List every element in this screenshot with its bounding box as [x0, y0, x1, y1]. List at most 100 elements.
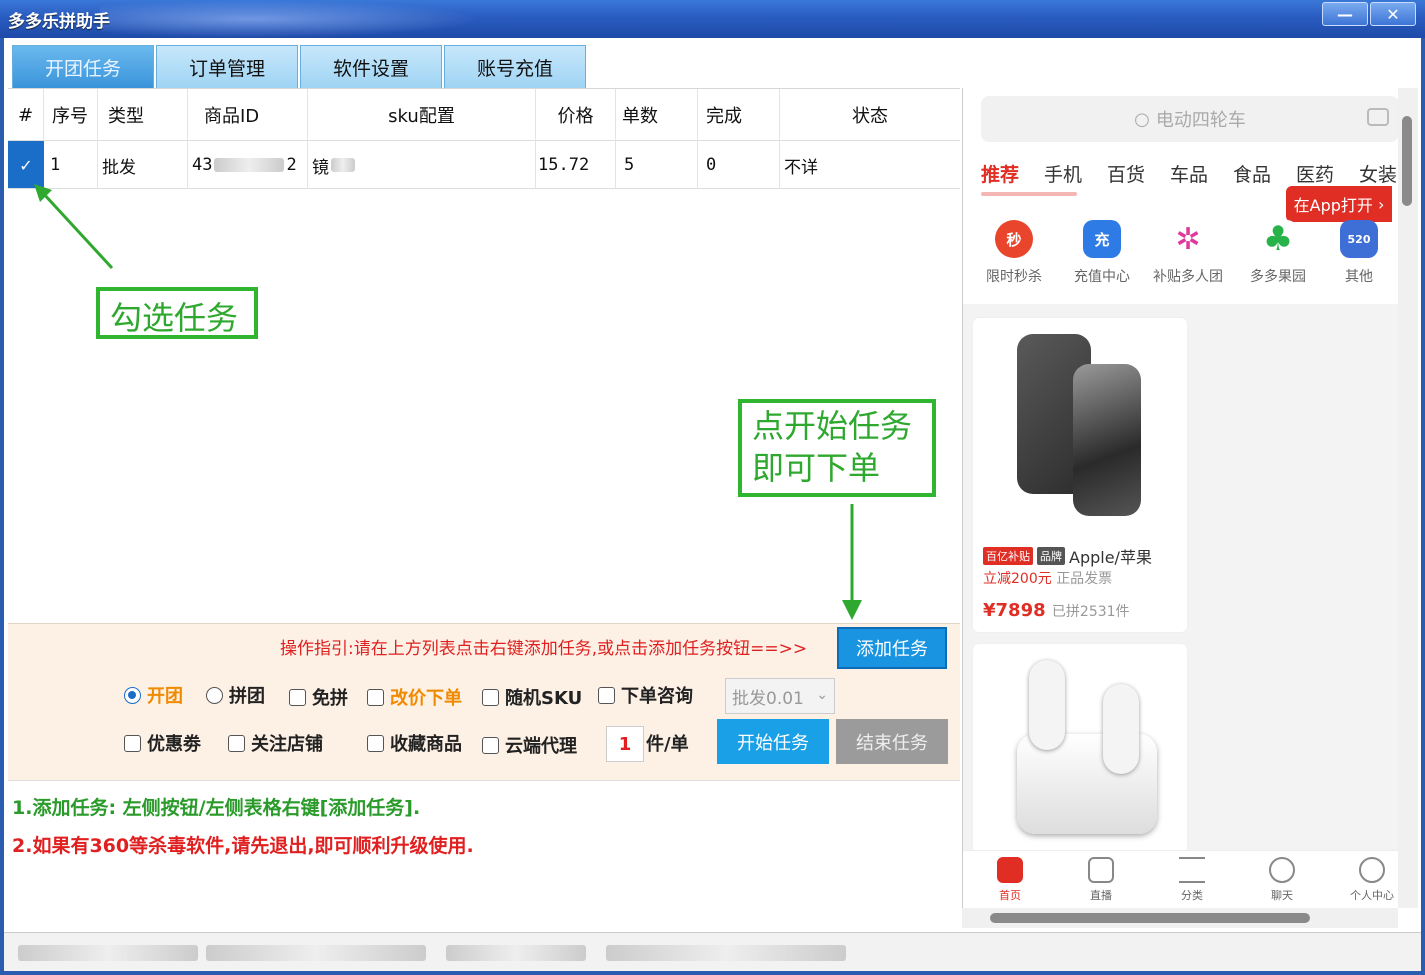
col-header-count: 单数	[616, 89, 698, 141]
tab-account-recharge[interactable]: 账号充值	[444, 45, 586, 88]
nav-profile[interactable]: 个人中心	[1337, 857, 1398, 903]
col-header-sku: sku配置	[308, 89, 536, 141]
checkbox-icon	[367, 688, 384, 706]
redacted-status	[446, 945, 586, 961]
radio-icon	[206, 686, 223, 704]
product-card-airpods[interactable]	[973, 644, 1187, 854]
checkbox-random-sku-label: 随机SKU	[505, 688, 583, 709]
subsidy-tag: 百亿补贴	[983, 547, 1033, 565]
redacted-id	[214, 158, 285, 172]
radio-join-group[interactable]: 拼团	[206, 682, 265, 708]
add-task-button[interactable]: 添加任务	[837, 627, 947, 669]
checkbox-fav-goods[interactable]: 收藏商品	[367, 730, 462, 756]
status-bar	[4, 932, 1421, 971]
nav-category[interactable]: 分类	[1157, 857, 1227, 903]
product-title: 百亿补贴 品牌 Apple/苹果	[983, 544, 1152, 568]
select-value: 批发0.01	[732, 688, 804, 709]
category-women[interactable]: 女装	[1359, 160, 1397, 187]
category-food[interactable]: 食品	[1233, 160, 1271, 187]
checkbox-icon	[124, 734, 141, 752]
category-medicine[interactable]: 医药	[1296, 160, 1334, 187]
col-header-check: #	[8, 89, 44, 141]
category-phone[interactable]: 手机	[1044, 160, 1082, 187]
tab-bar: 开团任务 订单管理 软件设置 账号充值	[4, 38, 960, 88]
product-card[interactable]: 百亿补贴 品牌 Apple/苹果 立减200元 正品发票 ¥7898 已拼253…	[973, 318, 1187, 632]
cell-id-prefix: 43	[192, 155, 213, 175]
task-table[interactable]: # 序号 类型 商品ID sku配置 价格 单数 完成 状态 ✓ 1 批发 43…	[8, 88, 960, 623]
scroll-thumb[interactable]	[1402, 116, 1412, 206]
nav-label: 聊天	[1271, 889, 1293, 902]
checkbox-change-price[interactable]: 改价下单	[367, 684, 462, 710]
end-task-button[interactable]: 结束任务	[836, 719, 948, 764]
product-name: Apple/苹果	[1069, 548, 1152, 567]
home-icon	[997, 857, 1023, 883]
vertical-scrollbar[interactable]	[1398, 88, 1418, 908]
tab-open-task[interactable]: 开团任务	[12, 45, 154, 88]
checkbox-follow-shop-label: 关注店铺	[251, 734, 323, 755]
redacted-status	[606, 945, 846, 961]
cell-status: 不详	[784, 157, 818, 178]
radio-icon	[124, 686, 141, 704]
minimize-button[interactable]: —	[1322, 2, 1368, 26]
checkbox-cloud-proxy[interactable]: 云端代理	[482, 732, 577, 758]
shortcut-group-subsidy[interactable]: ✲ 补贴多人团	[1153, 220, 1223, 286]
checkbox-random-sku[interactable]: 随机SKU	[482, 684, 582, 710]
note-add-task: 1.添加任务: 左侧按钮/左侧表格右键[添加任务].	[12, 797, 421, 819]
price-value: ¥7898	[983, 600, 1046, 621]
scroll-thumb[interactable]	[990, 913, 1310, 923]
shortcut-flash-sale[interactable]: 秒限时秒杀	[979, 220, 1049, 286]
shop-webview[interactable]: ○ 电动四轮车 推荐 手机 百货 车品 食品 医药 女装 在App打开 › 秒限…	[962, 88, 1398, 928]
shortcut-other[interactable]: 520 其他	[1331, 220, 1387, 286]
close-button[interactable]: ✕	[1370, 2, 1416, 26]
tab-order-manage[interactable]: 订单管理	[156, 45, 298, 88]
tv-icon	[1088, 857, 1114, 883]
nav-label: 个人中心	[1350, 889, 1394, 902]
checkbox-fav-goods-label: 收藏商品	[390, 734, 462, 755]
annotation-select-task: 勾选任务	[96, 287, 258, 339]
category-indicator	[981, 192, 1077, 196]
camera-icon[interactable]	[1367, 108, 1389, 126]
table-row[interactable]: 1 批发 43 2 镜 15.72 5 0 不详	[8, 141, 960, 189]
horizontal-scrollbar[interactable]	[962, 908, 1398, 928]
shortcut-recharge[interactable]: 充充值中心	[1067, 220, 1137, 286]
checkbox-icon	[482, 688, 499, 706]
chevron-down-icon: ⌄	[816, 687, 828, 703]
promo-invoice: 正品发票	[1056, 571, 1113, 587]
title-bar: 多多乐拼助手 — ✕	[0, 0, 1425, 38]
checkbox-follow-shop[interactable]: 关注店铺	[228, 730, 323, 756]
nav-live[interactable]: 直播	[1066, 857, 1136, 903]
shortcut-orchard[interactable]: ♣ 多多果园	[1243, 219, 1313, 286]
tab-software-settings[interactable]: 软件设置	[300, 45, 442, 88]
start-task-button[interactable]: 开始任务	[717, 719, 829, 764]
open-in-app-button[interactable]: 在App打开 ›	[1286, 186, 1392, 222]
search-bar[interactable]: ○ 电动四轮车	[981, 96, 1398, 142]
product-price: ¥7898 已拼2531件	[983, 600, 1130, 621]
nav-home[interactable]: 首页	[975, 857, 1045, 903]
radio-join-label: 拼团	[229, 686, 265, 707]
quantity-input[interactable]: 1	[606, 726, 644, 762]
redacted-status	[206, 945, 426, 961]
product-promo: 立减200元 正品发票	[983, 568, 1112, 588]
category-car[interactable]: 车品	[1170, 160, 1208, 187]
checkbox-free[interactable]: 免拼	[289, 684, 348, 710]
cell-id-suffix: 2	[286, 155, 297, 175]
checkbox-icon	[289, 688, 306, 706]
checkbox-cloud-proxy-label: 云端代理	[505, 736, 577, 757]
col-header-seq: 序号	[44, 89, 98, 141]
arrow-to-add-button	[842, 504, 862, 620]
category-recommend[interactable]: 推荐	[981, 160, 1019, 187]
price-select[interactable]: 批发0.01 ⌄	[725, 678, 835, 714]
nav-chat[interactable]: 聊天	[1247, 857, 1317, 903]
chat-icon	[1269, 857, 1295, 883]
checkbox-coupon[interactable]: 优惠劵	[124, 730, 201, 756]
annotation-line2: 即可下单	[752, 449, 881, 487]
category-daily[interactable]: 百货	[1107, 160, 1145, 187]
checkbox-coupon-label: 优惠劵	[147, 734, 201, 755]
alarm-icon: 秒	[995, 220, 1033, 258]
radio-open-group[interactable]: 开团	[124, 682, 183, 708]
checkbox-order-consult[interactable]: 下单咨询	[598, 682, 693, 708]
nav-label: 首页	[999, 889, 1021, 902]
open-app-label: 在App打开	[1293, 196, 1373, 215]
cell-sku-text: 镜	[312, 157, 329, 178]
annotation-start-task: 点开始任务 即可下单	[738, 399, 936, 497]
